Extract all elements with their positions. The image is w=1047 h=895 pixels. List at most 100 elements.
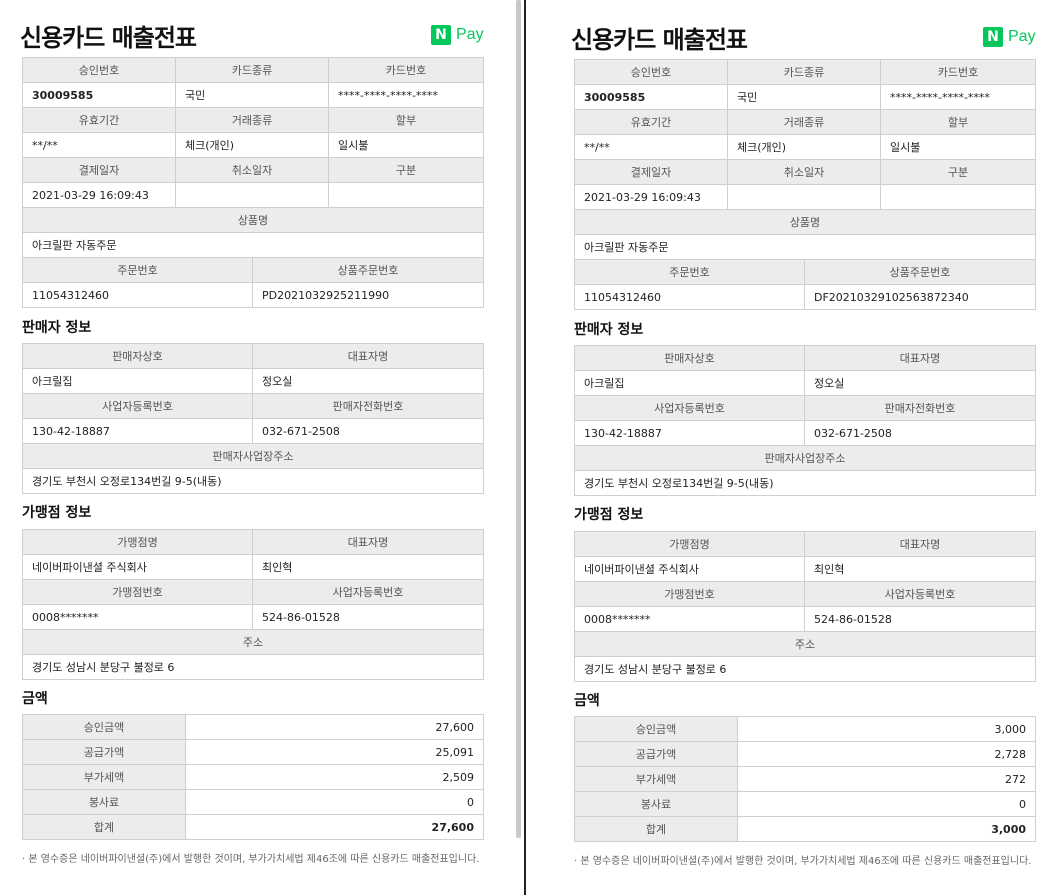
expiry: **/** <box>22 132 176 158</box>
merchant-ceo: 최인혁 <box>252 554 484 580</box>
installment: 일시불 <box>328 132 485 158</box>
cancel-date <box>726 184 882 210</box>
tx-type-label: 거래종류 <box>174 107 330 133</box>
receipt-title: 신용카드 매출전표 <box>20 24 197 52</box>
pay-date-label: 결제일자 <box>574 159 728 185</box>
seller-address: 경기도 부천시 오정로134번길 9-5(내동) <box>574 470 1036 496</box>
seller-info-table: 판매자상호 대표자명 아크릴집 정오실 사업자등록번호 판매자전화번호 130-… <box>574 345 1036 496</box>
receipt-title: 신용카드 매출전표 <box>571 26 748 54</box>
amount-label: 봉사료 <box>22 789 186 815</box>
merchant-name-label: 가맹점명 <box>22 529 253 555</box>
merchant-biz-no-label: 사업자등록번호 <box>804 581 1036 607</box>
order-no-label: 주문번호 <box>574 259 805 285</box>
amount-row: 부가세액 272 <box>574 766 1036 792</box>
tx-type: 체크(개인) <box>726 134 882 160</box>
division-label: 구분 <box>880 159 1037 185</box>
card-no-label: 카드번호 <box>880 59 1037 85</box>
merchant-no-label: 가맹점번호 <box>22 579 253 605</box>
merchant-biz-no: 524-86-01528 <box>252 604 484 630</box>
seller-phone: 032-671-2508 <box>804 420 1036 446</box>
seller-name: 아크릴집 <box>22 368 253 394</box>
merchant-info-table: 가맹점명 대표자명 네이버파이낸셜 주식회사 최인혁 가맹점번호 사업자등록번호… <box>574 531 1036 682</box>
amount-label: 부가세액 <box>22 764 186 790</box>
amount-value: 27,600 <box>185 714 484 740</box>
receipt-right: 신용카드 매출전표 N Pay 승인번호 카드종류 카드번호 30009585 … <box>529 0 1047 895</box>
seller-address-label: 판매자사업장주소 <box>22 443 484 469</box>
merchant-address-label: 주소 <box>22 629 484 655</box>
amount-value: 25,091 <box>185 739 484 765</box>
amount-row: 봉사료 0 <box>574 791 1036 817</box>
card-type-label: 카드종류 <box>174 57 330 83</box>
receipt-note: · 본 영수증은 네이버파이낸셜(주)에서 발행한 것이며, 부가가치세법 제4… <box>22 854 480 865</box>
pay-date: 2021-03-29 16:09:43 <box>22 182 176 208</box>
merchant-address-label: 주소 <box>574 631 1036 657</box>
seller-ceo-label: 대표자명 <box>252 343 484 369</box>
seller-address-label: 판매자사업장주소 <box>574 445 1036 471</box>
division <box>328 182 485 208</box>
card-type: 국민 <box>726 84 882 110</box>
installment-label: 할부 <box>880 109 1037 135</box>
naver-n-icon: N <box>983 27 1003 47</box>
card-info-table: 승인번호 카드종류 카드번호 30009585 국민 ****-****-***… <box>573 59 1037 310</box>
installment: 일시불 <box>880 134 1037 160</box>
approval-no-label: 승인번호 <box>22 57 176 83</box>
division-label: 구분 <box>328 157 485 183</box>
receipt-left: 신용카드 매출전표 N Pay 승인번호 카드종류 카드번호 30009585 … <box>0 0 522 895</box>
seller-biz-no: 130-42-18887 <box>574 420 805 446</box>
merchant-name: 네이버파이낸셜 주식회사 <box>574 556 805 582</box>
amount-label: 부가세액 <box>574 766 738 792</box>
card-info-table: 승인번호 카드종류 카드번호 30009585 국민 ****-****-***… <box>21 57 485 308</box>
product-label: 상품명 <box>573 209 1037 235</box>
amount-row: 공급가액 25,091 <box>22 739 484 765</box>
seller-phone-label: 판매자전화번호 <box>804 395 1036 421</box>
seller-name-label: 판매자상호 <box>574 345 805 371</box>
amount-row: 공급가액 2,728 <box>574 741 1036 767</box>
cancel-date <box>174 182 330 208</box>
scrollbar[interactable] <box>516 0 521 838</box>
order-no: 11054312460 <box>574 284 805 310</box>
receipt-note: · 본 영수증은 네이버파이낸셜(주)에서 발행한 것이며, 부가가치세법 제4… <box>574 856 1032 867</box>
product-name: 아크릴판 자동주문 <box>573 234 1037 260</box>
seller-biz-no-label: 사업자등록번호 <box>22 393 253 419</box>
amount-total-row: 합계 3,000 <box>574 816 1036 842</box>
expiry: **/** <box>574 134 728 160</box>
seller-ceo-label: 대표자명 <box>804 345 1036 371</box>
seller-ceo: 정오실 <box>804 370 1036 396</box>
pay-text: Pay <box>456 26 484 43</box>
product-order-no-label: 상품주문번호 <box>251 257 485 283</box>
card-type: 국민 <box>174 82 330 108</box>
merchant-no-label: 가맹점번호 <box>574 581 805 607</box>
card-no: ****-****-****-**** <box>328 82 485 108</box>
amount-row: 승인금액 3,000 <box>574 716 1036 742</box>
merchant-biz-no: 524-86-01528 <box>804 606 1036 632</box>
seller-biz-no: 130-42-18887 <box>22 418 253 444</box>
expiry-label: 유효기간 <box>22 107 176 133</box>
naver-pay-logo: N Pay <box>431 25 484 45</box>
amount-value: 0 <box>185 789 484 815</box>
seller-phone: 032-671-2508 <box>252 418 484 444</box>
merchant-no: 0008******* <box>574 606 805 632</box>
merchant-section-title: 가맹점 정보 <box>22 505 92 521</box>
card-no-label: 카드번호 <box>328 57 485 83</box>
total-label: 합계 <box>22 814 186 840</box>
seller-ceo: 정오실 <box>252 368 484 394</box>
amount-table: 승인금액 27,600 공급가액 25,091 부가세액 2,509 봉사료 0… <box>22 714 484 840</box>
cancel-date-label: 취소일자 <box>726 159 882 185</box>
amount-value: 3,000 <box>737 716 1036 742</box>
pay-date: 2021-03-29 16:09:43 <box>574 184 728 210</box>
pane-divider <box>522 0 529 895</box>
approval-no: 30009585 <box>22 82 176 108</box>
tx-type: 체크(개인) <box>174 132 330 158</box>
merchant-info-table: 가맹점명 대표자명 네이버파이낸셜 주식회사 최인혁 가맹점번호 사업자등록번호… <box>22 529 484 680</box>
amount-total-row: 합계 27,600 <box>22 814 484 840</box>
installment-label: 할부 <box>328 107 485 133</box>
amount-value: 0 <box>737 791 1036 817</box>
naver-n-icon: N <box>431 25 451 45</box>
merchant-no: 0008******* <box>22 604 253 630</box>
amount-value: 272 <box>737 766 1036 792</box>
cancel-date-label: 취소일자 <box>174 157 330 183</box>
amount-label: 승인금액 <box>22 714 186 740</box>
expiry-label: 유효기간 <box>574 109 728 135</box>
product-order-no-label: 상품주문번호 <box>803 259 1037 285</box>
total-value: 3,000 <box>737 816 1036 842</box>
